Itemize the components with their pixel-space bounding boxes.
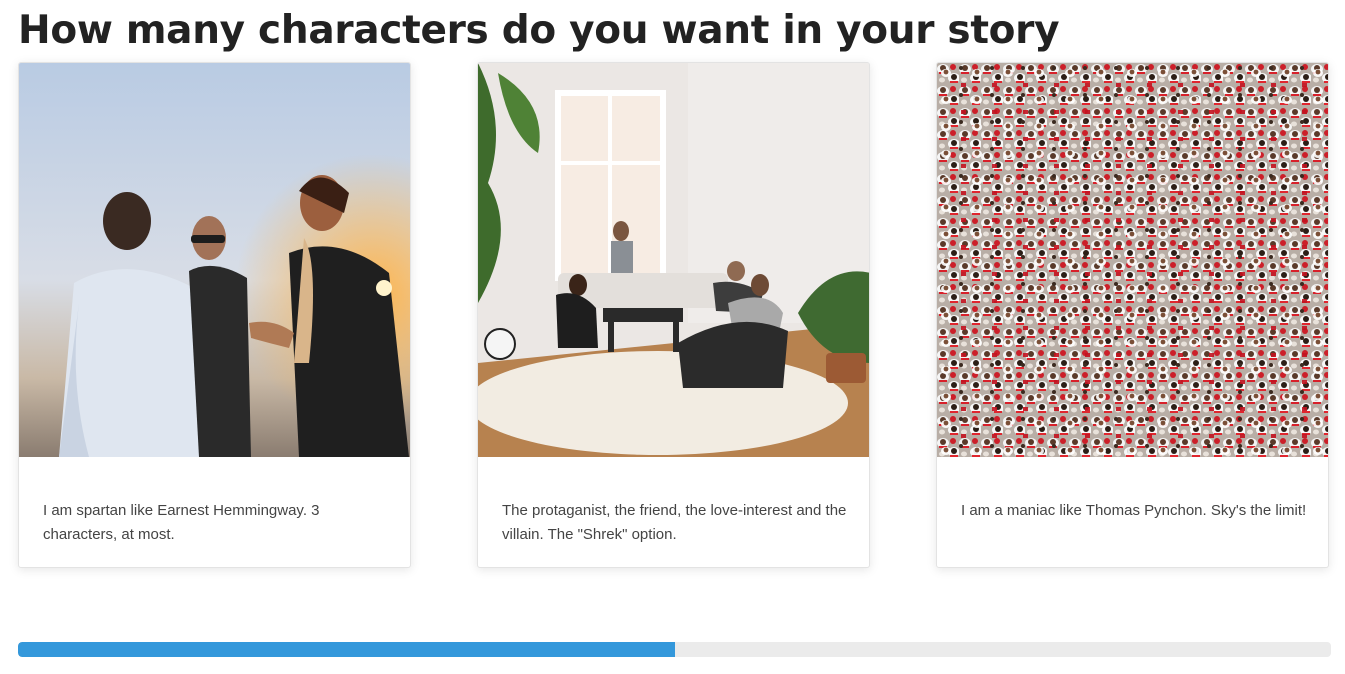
progress-bar bbox=[18, 642, 1331, 657]
option-card-many-characters[interactable]: I am a maniac like Thomas Pynchon. Sky's… bbox=[936, 62, 1329, 568]
option-card-few-characters[interactable]: I am spartan like Earnest Hemmingway. 3 … bbox=[18, 62, 411, 568]
option-text: I am a maniac like Thomas Pynchon. Sky's… bbox=[961, 502, 1307, 519]
option-card-four-characters[interactable]: The protaganist, the friend, the love-in… bbox=[477, 62, 870, 568]
option-text: The protaganist, the friend, the love-in… bbox=[502, 502, 847, 543]
progress-bar-fill bbox=[18, 642, 675, 657]
page-title: How many characters do you want in your … bbox=[18, 8, 1060, 53]
crowd-photo bbox=[937, 63, 1328, 457]
three-friends-photo bbox=[19, 63, 410, 457]
living-room-group-photo bbox=[478, 63, 869, 457]
option-text: I am spartan like Earnest Hemmingway. 3 … bbox=[43, 502, 320, 543]
